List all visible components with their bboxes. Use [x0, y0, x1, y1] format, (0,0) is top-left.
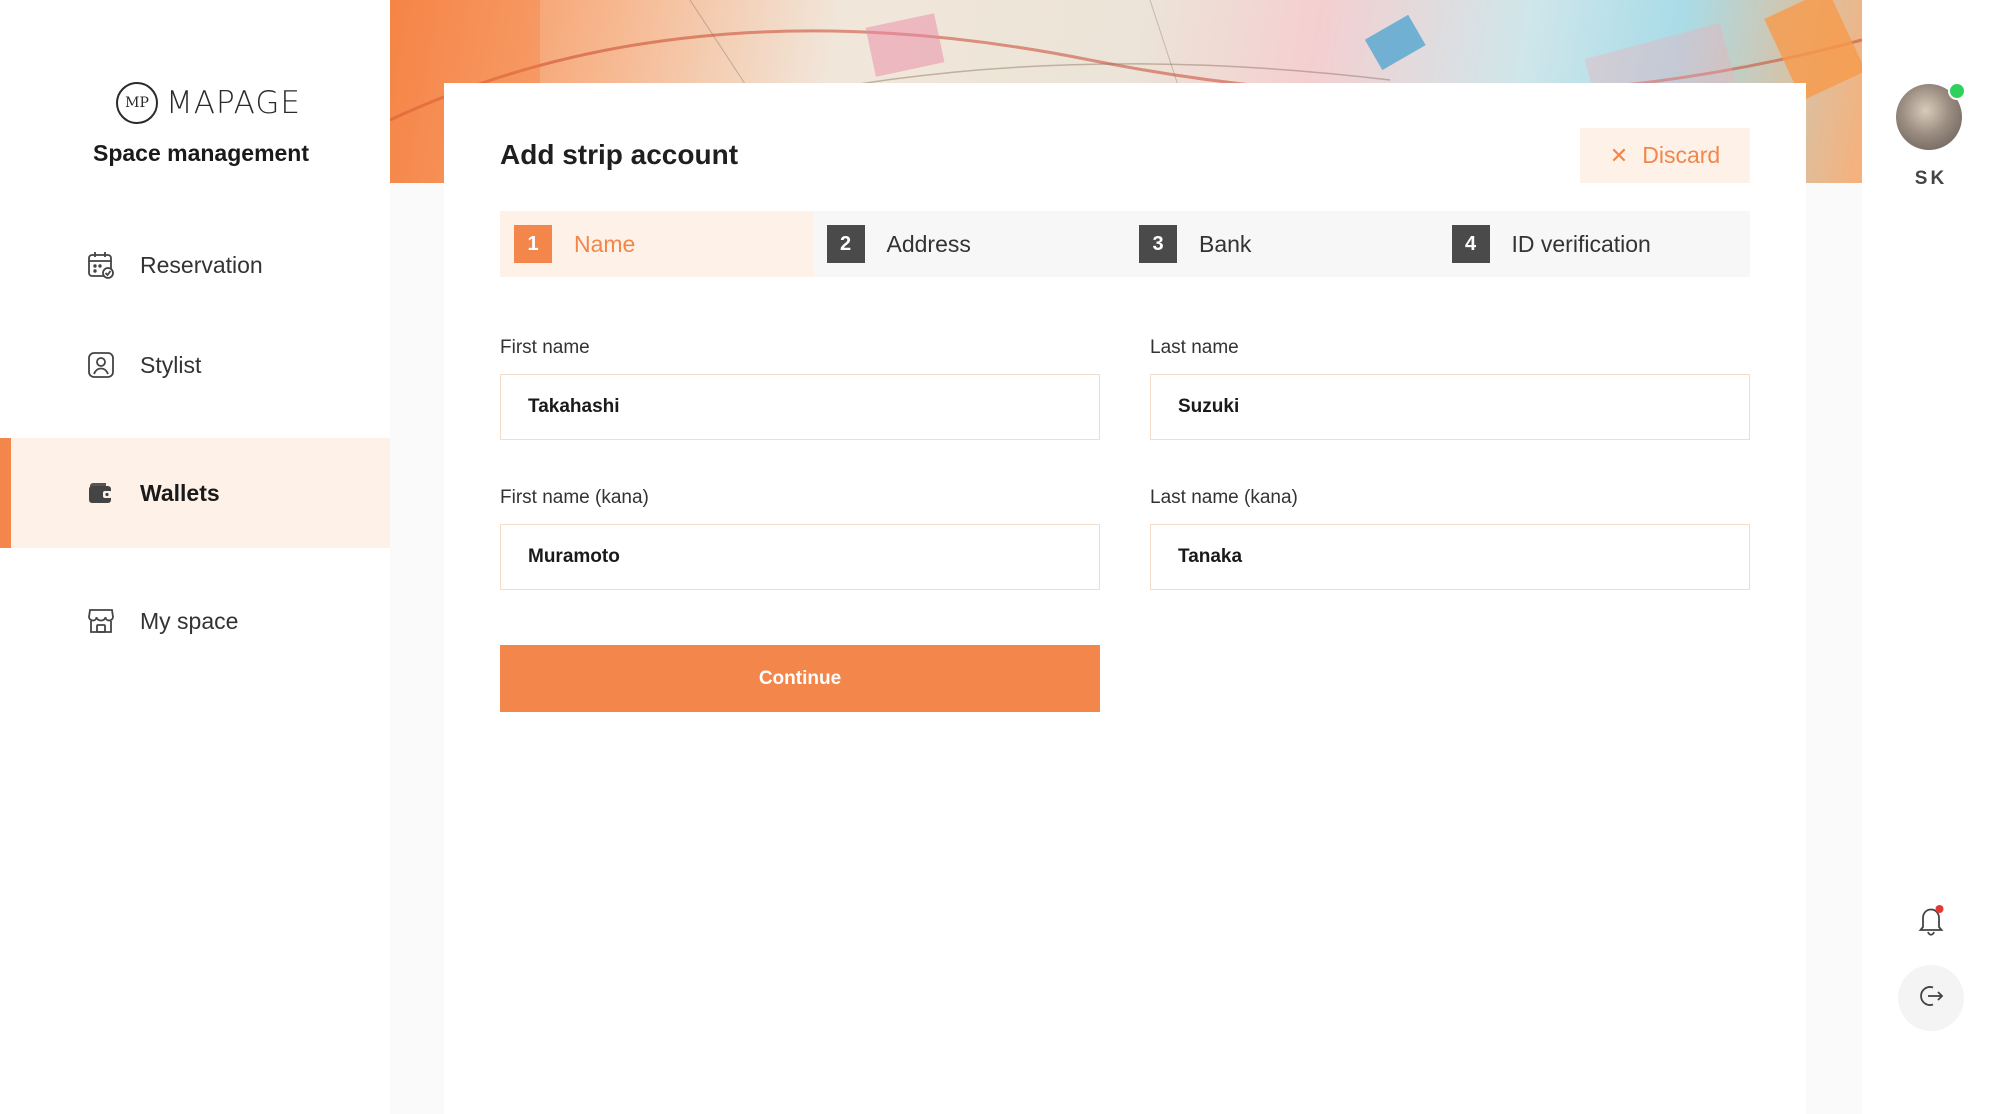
- first-name-kana-group: First name (kana): [500, 487, 1100, 590]
- sidebar-item-label: Stylist: [140, 351, 202, 378]
- first-name-kana-label: First name (kana): [500, 487, 649, 508]
- first-name-kana-input[interactable]: [500, 524, 1100, 590]
- sidebar-item-label: Reservation: [140, 251, 263, 278]
- stylist-badge-icon: [86, 350, 116, 380]
- step-number: 3: [1139, 225, 1177, 263]
- add-account-card: Add strip account ✕ Discard 1 Name 2 Add…: [444, 83, 1806, 1114]
- first-name-input[interactable]: [500, 374, 1100, 440]
- step-label: Address: [886, 230, 971, 257]
- last-name-input[interactable]: [1150, 374, 1750, 440]
- wallet-icon: [86, 478, 116, 508]
- last-name-label: Last name: [1150, 337, 1239, 358]
- logout-icon: [1917, 982, 1945, 1015]
- notification-bell-icon[interactable]: [1913, 902, 1949, 938]
- last-name-kana-label: Last name (kana): [1150, 487, 1298, 508]
- step-number: 2: [826, 225, 865, 263]
- logo-text: MAPAGE: [166, 85, 301, 121]
- calendar-icon: [86, 250, 116, 280]
- app-subtitle: Space management: [92, 140, 310, 166]
- step-number: 1: [514, 225, 552, 263]
- user-initials: SK: [1914, 168, 1948, 189]
- storefront-icon: [86, 606, 116, 636]
- sidebar-item-wallets[interactable]: Wallets: [0, 438, 405, 548]
- step-number: 4: [1451, 225, 1490, 263]
- sidebar-item-my-space[interactable]: My space: [0, 566, 405, 676]
- step-label: Bank: [1199, 230, 1252, 257]
- stepper: 1 Name 2 Address 3 Bank 4 ID verificatio…: [500, 211, 1750, 277]
- step-address[interactable]: 2 Address: [813, 211, 1126, 277]
- sidebar-item-label: Wallets: [140, 479, 220, 506]
- step-name[interactable]: 1 Name: [500, 211, 813, 277]
- brand-logo[interactable]: MP MAPAGE: [116, 82, 301, 124]
- discard-button[interactable]: ✕ Discard: [1580, 128, 1750, 183]
- step-label: Name: [574, 230, 636, 257]
- last-name-group: Last name: [1150, 337, 1750, 440]
- avatar[interactable]: [1896, 82, 1966, 150]
- step-bank[interactable]: 3 Bank: [1125, 211, 1438, 277]
- discard-label: Discard: [1642, 142, 1721, 168]
- step-label: ID verification: [1511, 230, 1651, 257]
- last-name-kana-input[interactable]: [1150, 524, 1750, 590]
- sidebar-item-reservation[interactable]: Reservation: [0, 210, 405, 320]
- sidebar-nav: Reservation Stylist Wallets My space: [0, 210, 405, 676]
- step-id-verification[interactable]: 4 ID verification: [1438, 211, 1751, 277]
- first-name-group: First name: [500, 337, 1100, 440]
- sidebar-item-label: My space: [140, 607, 239, 634]
- first-name-label: First name: [500, 337, 590, 358]
- sidebar: MP MAPAGE Space management Reservation S…: [0, 0, 405, 1114]
- continue-button[interactable]: Continue: [500, 645, 1100, 712]
- online-status-dot: [1948, 82, 1966, 100]
- page-title: Add strip account: [500, 139, 739, 170]
- logout-button[interactable]: [1898, 965, 1964, 1031]
- sidebar-item-stylist[interactable]: Stylist: [0, 310, 405, 420]
- right-rail: SK: [1862, 0, 2000, 1114]
- logo-mark-icon: MP: [116, 82, 158, 124]
- close-icon: ✕: [1609, 142, 1629, 168]
- last-name-kana-group: Last name (kana): [1150, 487, 1750, 590]
